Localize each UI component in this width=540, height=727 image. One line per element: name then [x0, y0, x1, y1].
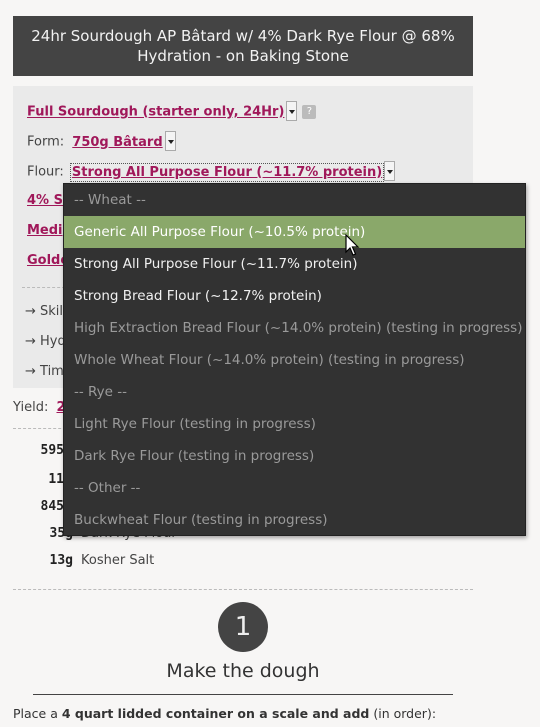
- method-dropdown-arrow-icon[interactable]: [286, 101, 298, 121]
- ingredient-row: 13g Kosher Salt: [13, 553, 155, 568]
- dropdown-option: Whole Wheat Flour (~14.0% protein) (test…: [74, 352, 465, 368]
- ingredient-row: 11: [4, 472, 72, 487]
- ingredient-name: Kosher Salt: [81, 553, 155, 568]
- ingredient-row: 595: [4, 443, 72, 458]
- flour-dropdown-arrow-icon[interactable]: [384, 161, 396, 181]
- step-number-badge: 1: [218, 602, 268, 652]
- ingredient-row: 845: [4, 499, 72, 514]
- partial-option-2[interactable]: Medi: [27, 223, 63, 238]
- flour-select[interactable]: Strong All Purpose Flour (~11.7% protein…: [69, 162, 385, 182]
- step-title-underline: [33, 694, 453, 695]
- ingredient-amount: 13g: [49, 553, 73, 568]
- dropdown-option: High Extraction Bread Flour (~14.0% prot…: [74, 320, 523, 336]
- mouse-pointer-icon: [345, 234, 360, 256]
- flour-row: Flour: Strong All Purpose Flour (~11.7% …: [27, 161, 396, 182]
- step-instruction: Place a 4 quart lidded container on a sc…: [13, 706, 437, 721]
- form-select[interactable]: 750g Bâtard: [72, 135, 162, 150]
- dropdown-option: Light Rye Flour (testing in progress): [74, 416, 316, 432]
- ingredients-divider: [13, 589, 473, 590]
- ingredient-amount: 11: [48, 472, 64, 487]
- method-row: Full Sourdough (starter only, 24Hr)?: [27, 101, 317, 122]
- method-select[interactable]: Full Sourdough (starter only, 24Hr): [27, 105, 284, 120]
- side-item-timing[interactable]: → Tim: [25, 364, 64, 379]
- side-item-hydration[interactable]: → Hyd: [25, 334, 66, 349]
- step-title: Make the dough: [166, 660, 320, 682]
- ingredient-amount: 595: [40, 443, 64, 458]
- dropdown-group-label: -- Rye --: [74, 384, 128, 400]
- form-row: Form: 750g Bâtard: [27, 131, 176, 152]
- form-dropdown-arrow-icon[interactable]: [164, 131, 176, 151]
- help-icon[interactable]: ?: [302, 105, 317, 119]
- dropdown-group-label: -- Other --: [74, 480, 141, 496]
- flour-label: Flour:: [27, 164, 64, 180]
- dropdown-option[interactable]: Generic All Purpose Flour (~10.5% protei…: [64, 216, 525, 248]
- yield-row: Yield: 2: [13, 400, 66, 415]
- dropdown-option[interactable]: Strong All Purpose Flour (~11.7% protein…: [64, 248, 525, 280]
- dropdown-group-label: -- Wheat --: [74, 192, 146, 208]
- yield-label: Yield:: [13, 400, 49, 415]
- flour-dropdown-menu[interactable]: -- Wheat -- Generic All Purpose Flour (~1…: [63, 183, 526, 536]
- dropdown-option: Buckwheat Flour (testing in progress): [74, 512, 328, 528]
- dropdown-option: Dark Rye Flour (testing in progress): [74, 448, 315, 464]
- recipe-title: 24hr Sourdough AP Bâtard w/ 4% Dark Rye …: [13, 16, 473, 76]
- form-label: Form:: [27, 134, 65, 150]
- ingredient-amount: 845: [40, 499, 64, 514]
- side-item-skill[interactable]: → Skil: [25, 304, 63, 319]
- dropdown-option[interactable]: Strong Bread Flour (~12.7% protein): [64, 280, 525, 312]
